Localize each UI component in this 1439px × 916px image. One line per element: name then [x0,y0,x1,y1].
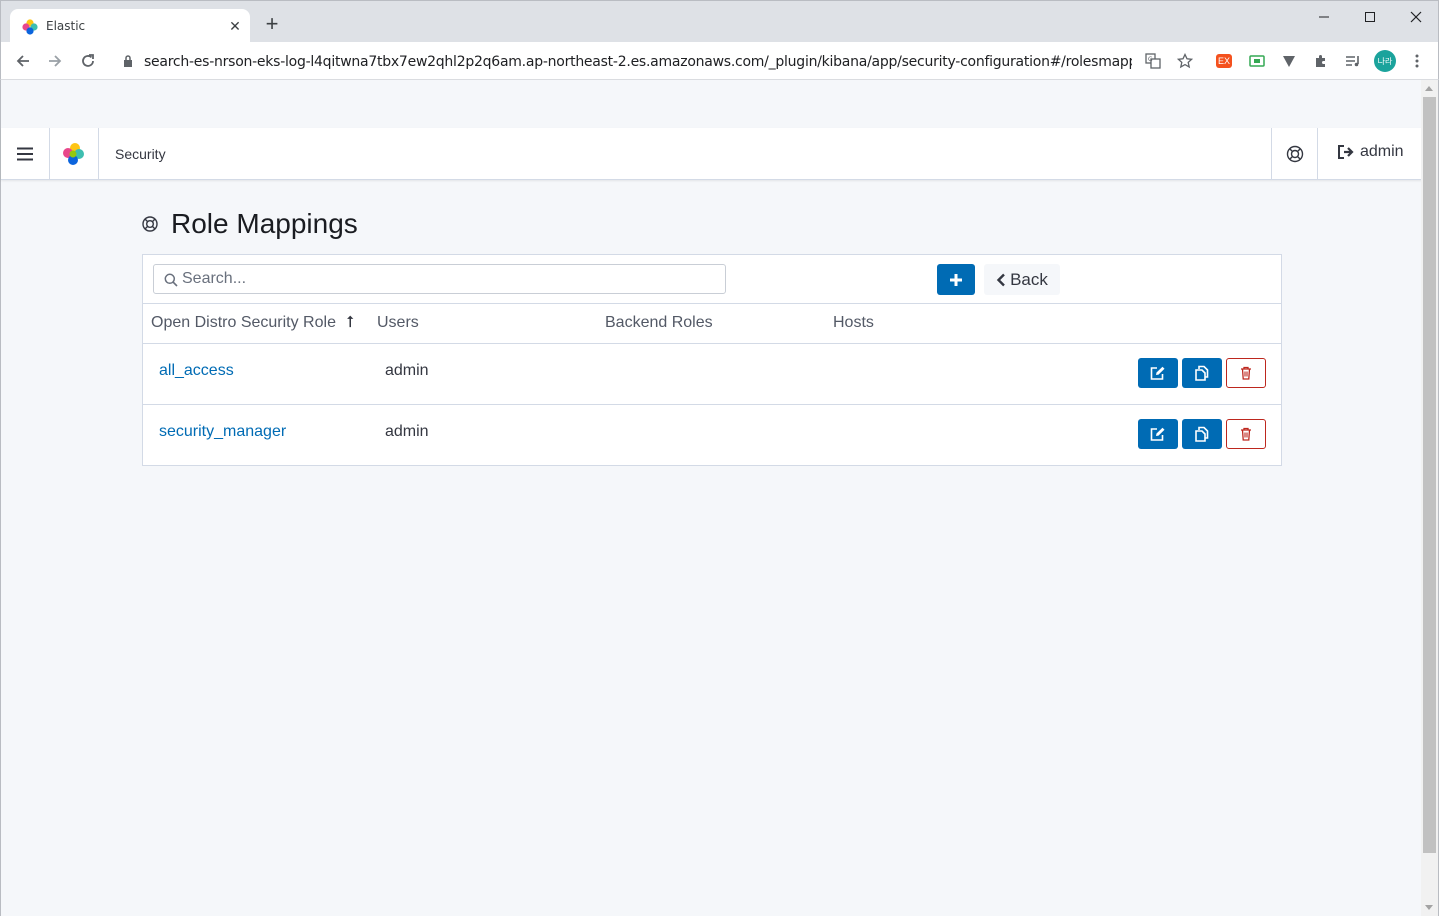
vertical-scrollbar[interactable] [1421,80,1438,916]
page-viewport: Security admin Role Mappings Back [0,80,1439,916]
new-tab-icon[interactable]: + [261,13,283,35]
search-input[interactable] [182,269,712,289]
role-link[interactable]: security_manager [159,423,286,441]
maximize-icon[interactable] [1355,5,1385,29]
scrollbar-thumb[interactable] [1423,97,1436,853]
panel-toolbar: Back [143,255,1281,304]
browser-tab-bar: Elastic ✕ + [0,0,1439,43]
back-button-label: Back [1010,269,1048,289]
extension-ex-icon[interactable]: EX [1216,54,1232,68]
column-header-role[interactable]: Open Distro Security Role ⭡ [151,314,354,332]
lock-icon [124,55,132,67]
browser-menu-icon[interactable] [1408,52,1426,70]
forward-arrow-icon[interactable] [44,50,66,72]
menu-hamburger-icon[interactable] [1,128,50,179]
plus-icon [950,273,962,286]
bookmark-star-icon[interactable] [1176,52,1194,70]
sign-out-icon [1338,145,1354,159]
page-title-text: Role Mappings [171,208,358,239]
pencil-square-icon [1150,366,1165,380]
back-button[interactable]: Back [984,264,1060,295]
column-header-backend-roles[interactable]: Backend Roles [605,314,713,332]
extension-v-icon[interactable] [1280,52,1298,70]
search-icon [164,273,178,287]
edit-button[interactable] [1138,419,1178,449]
reload-icon[interactable] [77,50,99,72]
logout-button[interactable]: admin [1337,143,1404,161]
breadcrumb[interactable]: Security [115,146,166,162]
trash-icon [1241,366,1251,380]
role-link[interactable]: all_access [159,362,234,380]
pencil-square-icon [1150,427,1165,441]
page-title: Role Mappings [141,208,358,240]
elastic-logo-icon[interactable] [50,128,99,179]
extension-green-icon[interactable] [1248,52,1266,70]
extensions-puzzle-icon[interactable] [1312,52,1330,70]
close-window-icon[interactable] [1401,5,1431,29]
chevron-left-icon [996,273,1005,286]
scroll-down-arrow-icon[interactable] [1425,905,1433,910]
url-text[interactable]: search-es-nrson-eks-log-l4qitwna7tbx7ew2… [144,54,1132,70]
copy-icon [1195,365,1209,381]
column-header-hosts[interactable]: Hosts [833,314,874,332]
tab-title: Elastic [46,19,86,33]
sort-ascending-icon: ⭡ [346,314,354,331]
browser-toolbar: search-es-nrson-eks-log-l4qitwna7tbx7ew2… [0,42,1439,80]
role-mappings-panel: Back Open Distro Security Role ⭡ Users B… [142,254,1282,466]
address-bar[interactable]: search-es-nrson-eks-log-l4qitwna7tbx7ew2… [111,46,1201,76]
profile-avatar[interactable]: 나라 [1374,50,1396,72]
elastic-favicon-icon [22,19,38,35]
table-header: Open Distro Security Role ⭡ Users Backen… [143,304,1281,344]
help-lifebuoy-icon[interactable] [1271,128,1318,179]
kibana-header: Security admin [1,128,1422,180]
back-arrow-icon[interactable] [12,50,34,72]
search-box[interactable] [153,264,726,294]
table-row: security_manager admin [143,405,1281,466]
edit-button[interactable] [1138,358,1178,388]
delete-button[interactable] [1226,358,1266,388]
add-role-mapping-button[interactable] [937,264,975,295]
table-row: all_access admin [143,344,1281,405]
svg-text:G: G [1148,56,1153,63]
tab-close-icon[interactable]: ✕ [226,17,244,35]
users-cell: admin [385,423,429,440]
copy-icon [1195,426,1209,442]
scroll-up-arrow-icon[interactable] [1425,86,1433,91]
trash-icon [1241,427,1251,441]
users-cell: admin [385,362,429,379]
delete-button[interactable] [1226,419,1266,449]
column-header-users[interactable]: Users [377,314,419,332]
user-name: admin [1360,143,1404,160]
copy-button[interactable] [1182,419,1222,449]
media-queue-icon[interactable] [1344,52,1362,70]
lifebuoy-icon [142,216,158,232]
translate-icon[interactable]: G [1144,52,1162,70]
copy-button[interactable] [1182,358,1222,388]
minimize-icon[interactable] [1309,5,1339,29]
browser-tab[interactable]: Elastic ✕ [10,9,250,43]
